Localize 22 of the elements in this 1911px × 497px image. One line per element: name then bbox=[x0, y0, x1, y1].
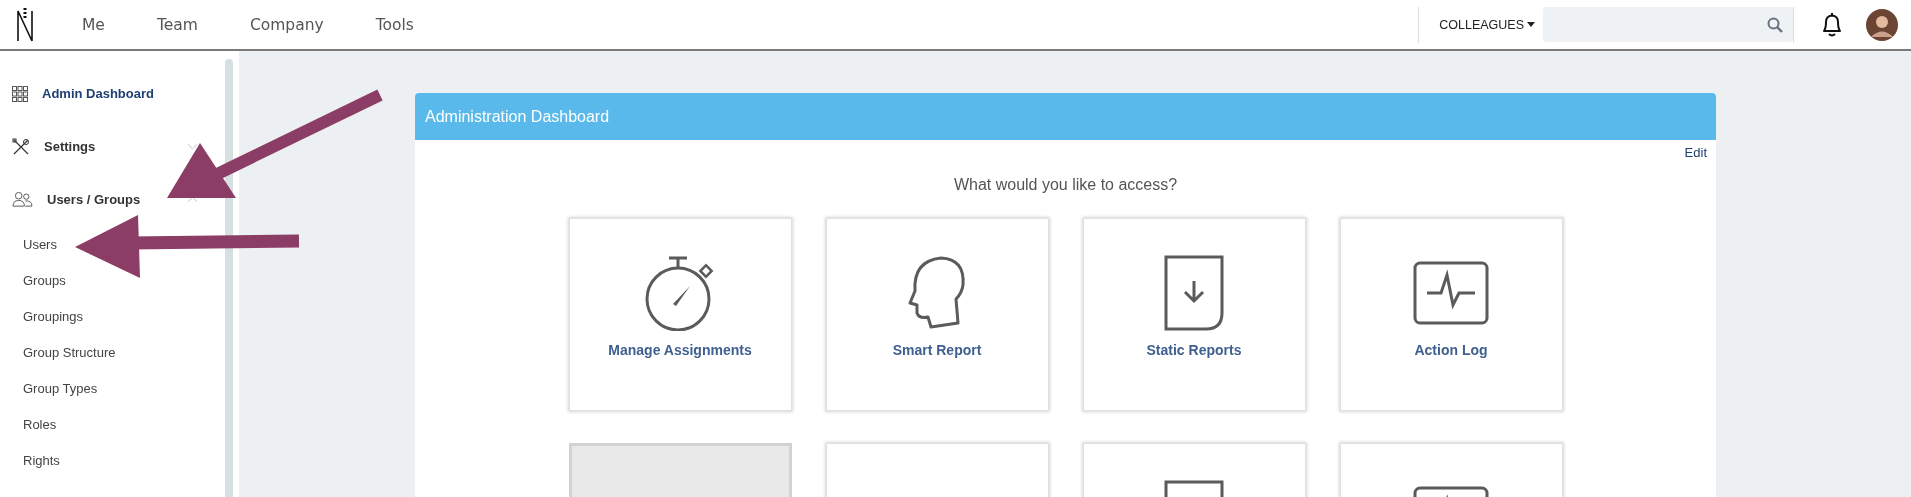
panel-title: Administration Dashboard bbox=[425, 107, 610, 126]
submenu-link[interactable]: Groups bbox=[0, 262, 225, 298]
submenu-link[interactable]: Group Types bbox=[0, 370, 225, 406]
edit-link[interactable]: Edit bbox=[1684, 145, 1707, 160]
nav-link[interactable]: Company bbox=[249, 15, 324, 34]
tile[interactable]: Action Log bbox=[1339, 218, 1563, 411]
nav-link[interactable]: Team bbox=[156, 15, 198, 34]
question-text: What would you like to access? bbox=[952, 176, 1179, 194]
nav-link[interactable]: Tools bbox=[375, 15, 414, 34]
submenu-link[interactable]: Roles bbox=[0, 406, 225, 442]
submenu-link[interactable]: Groupings bbox=[0, 298, 225, 334]
submenu-link[interactable]: Rights bbox=[0, 442, 225, 478]
sidebar-item[interactable]: Admin Dashboard bbox=[0, 67, 225, 120]
tile[interactable]: Static Reports bbox=[1082, 218, 1306, 411]
sidebar-item[interactable]: Users / Groups bbox=[0, 173, 225, 226]
tile[interactable]: Smart Report bbox=[825, 218, 1049, 411]
sidebar-item[interactable]: Settings bbox=[0, 120, 225, 173]
nav-link[interactable]: Me bbox=[82, 15, 105, 34]
tile[interactable]: Manage Assignments bbox=[568, 218, 792, 411]
submenu-link[interactable]: Users bbox=[0, 226, 225, 262]
submenu-link[interactable]: Group Structure bbox=[0, 334, 225, 370]
colleagues-dropdown[interactable]: COLLEAGUES bbox=[1419, 17, 1543, 32]
